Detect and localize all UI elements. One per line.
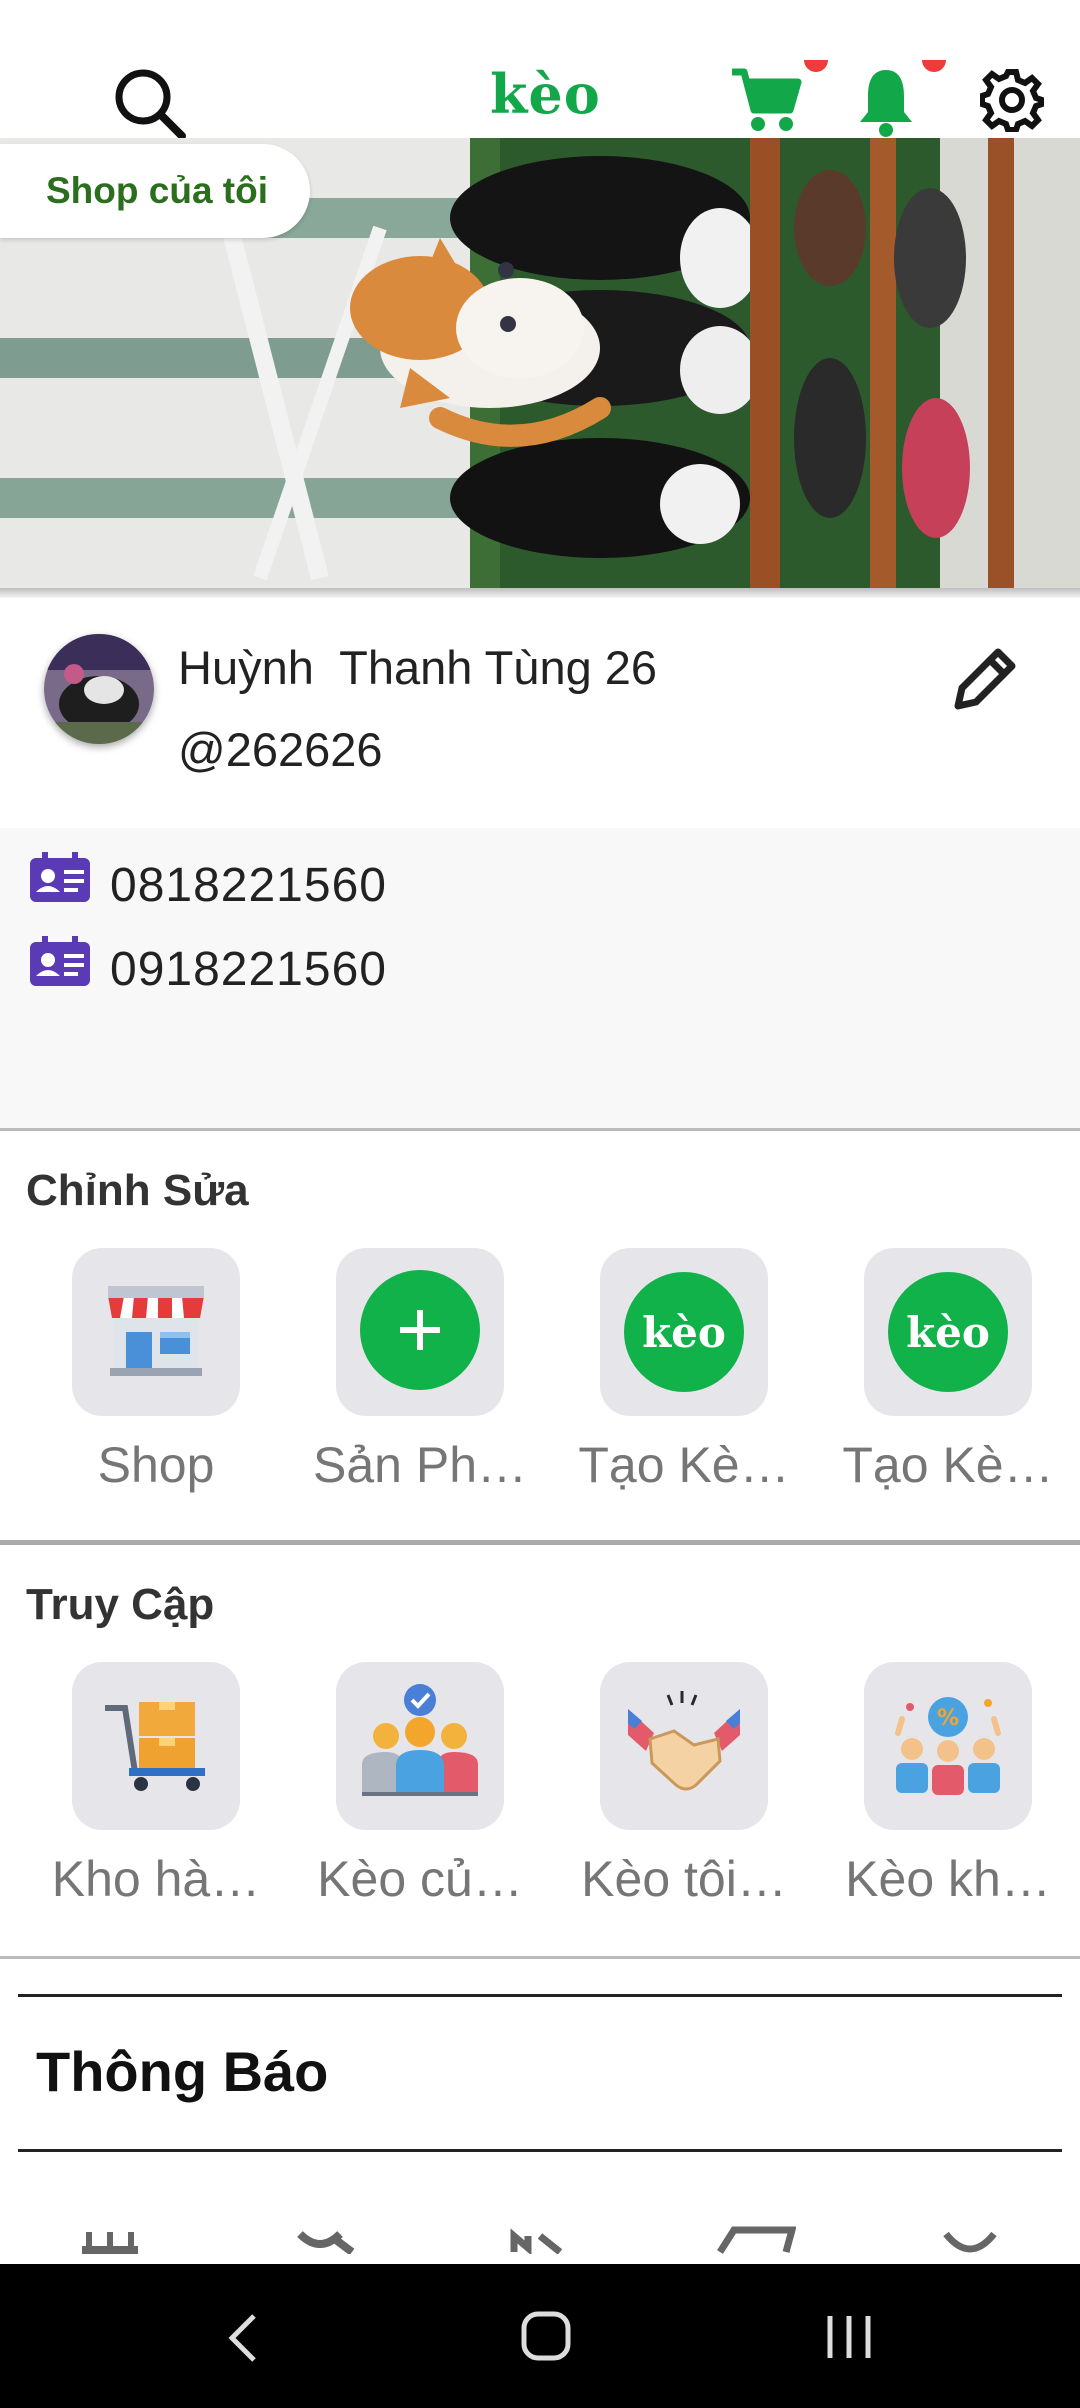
search-icon[interactable] <box>112 66 188 147</box>
add-icon <box>360 1269 480 1395</box>
notification-header[interactable]: Thông Báo <box>18 1994 1062 2152</box>
add-product-tile-label: Sản Ph… <box>312 1437 527 1493</box>
cart-tab-icon[interactable] <box>716 2224 797 2259</box>
cover-divider <box>0 588 1080 598</box>
shop-tile-label: Shop <box>97 1437 215 1493</box>
profile-handle: @262626 <box>178 723 383 776</box>
other-keo-tile[interactable]: % <box>864 1662 1032 1830</box>
system-navigation-bar <box>0 2264 1080 2408</box>
section-divider <box>0 1956 1080 1959</box>
recents-icon[interactable] <box>824 2314 874 2365</box>
cart-badge <box>804 60 828 72</box>
contact-card-icon <box>28 936 92 1002</box>
create-keo-tile-2[interactable]: kèo <box>864 1248 1032 1416</box>
phone-row-2: 0918221560 <box>28 936 387 1002</box>
svg-text:%: % <box>937 1706 959 1731</box>
phone-number-1: 0818221560 <box>110 858 387 912</box>
app-logo: kèo <box>490 62 601 126</box>
keo-logo-text: kèo <box>642 1307 726 1357</box>
keo-logo-icon: kèo <box>624 1272 744 1392</box>
phone-row-1: 0818221560 <box>28 852 387 918</box>
handshake-icon <box>624 1689 744 1804</box>
keo-logo-text: kèo <box>906 1307 990 1357</box>
keo-tab-icon[interactable] <box>510 2224 570 2259</box>
storefront-icon <box>104 1282 208 1383</box>
others-keo-tile[interactable] <box>336 1662 504 1830</box>
others-keo-tile-label: Kèo củ… <box>317 1851 523 1907</box>
shop-tile[interactable] <box>72 1248 240 1416</box>
edit-section-title: Chỉnh Sửa <box>26 1166 249 1215</box>
access-section-title: Truy Cập <box>26 1580 215 1629</box>
celebration-icon: % <box>888 1689 1008 1804</box>
my-shop-label: Shop của tôi <box>46 170 268 211</box>
profile-name: Huỳnh Thanh Tùng 26 <box>178 641 658 694</box>
my-keo-tile-label: Kèo tôi… <box>581 1851 787 1907</box>
section-divider <box>0 1128 1080 1131</box>
back-icon[interactable] <box>222 2312 262 2369</box>
profile-header: Huỳnh Thanh Tùng 26 @262626 <box>0 600 1080 828</box>
warehouse-cart-icon <box>101 1694 211 1799</box>
warehouse-tile-label: Kho hà… <box>51 1851 261 1907</box>
phone-number-2: 0918221560 <box>110 942 387 996</box>
warehouse-tile[interactable] <box>72 1662 240 1830</box>
cart-icon[interactable] <box>730 68 802 139</box>
bell-icon[interactable] <box>858 66 914 143</box>
other-keo-tile-label: Kèo kh… <box>845 1851 1051 1907</box>
gear-icon[interactable] <box>979 68 1045 137</box>
shop-tab-icon[interactable] <box>80 2228 140 2263</box>
search-tab-icon[interactable] <box>290 2224 360 2259</box>
my-keo-tile[interactable] <box>600 1662 768 1830</box>
create-keo-tile-2-label: Tạo Kè… <box>842 1437 1054 1493</box>
contact-section: 0818221560 0918221560 <box>0 828 1080 1128</box>
create-keo-tile-1-label: Tạo Kè… <box>578 1437 790 1493</box>
add-product-tile[interactable] <box>336 1248 504 1416</box>
avatar[interactable] <box>44 634 154 744</box>
top-bar: kèo <box>0 0 1080 140</box>
edit-pencil-icon[interactable] <box>948 640 1024 721</box>
group-check-icon <box>358 1682 482 1811</box>
create-keo-tile-1[interactable]: kèo <box>600 1248 768 1416</box>
bell-badge <box>922 60 946 72</box>
profile-tab-icon[interactable] <box>940 2224 1000 2259</box>
contact-card-icon <box>28 852 92 918</box>
keo-logo-icon: kèo <box>888 1272 1008 1392</box>
my-shop-button[interactable]: Shop của tôi <box>0 144 310 238</box>
home-icon[interactable] <box>520 2310 572 2367</box>
bottom-tab-bar <box>0 2210 1080 2264</box>
notification-title: Thông Báo <box>36 2040 329 2103</box>
section-divider <box>0 1540 1080 1545</box>
